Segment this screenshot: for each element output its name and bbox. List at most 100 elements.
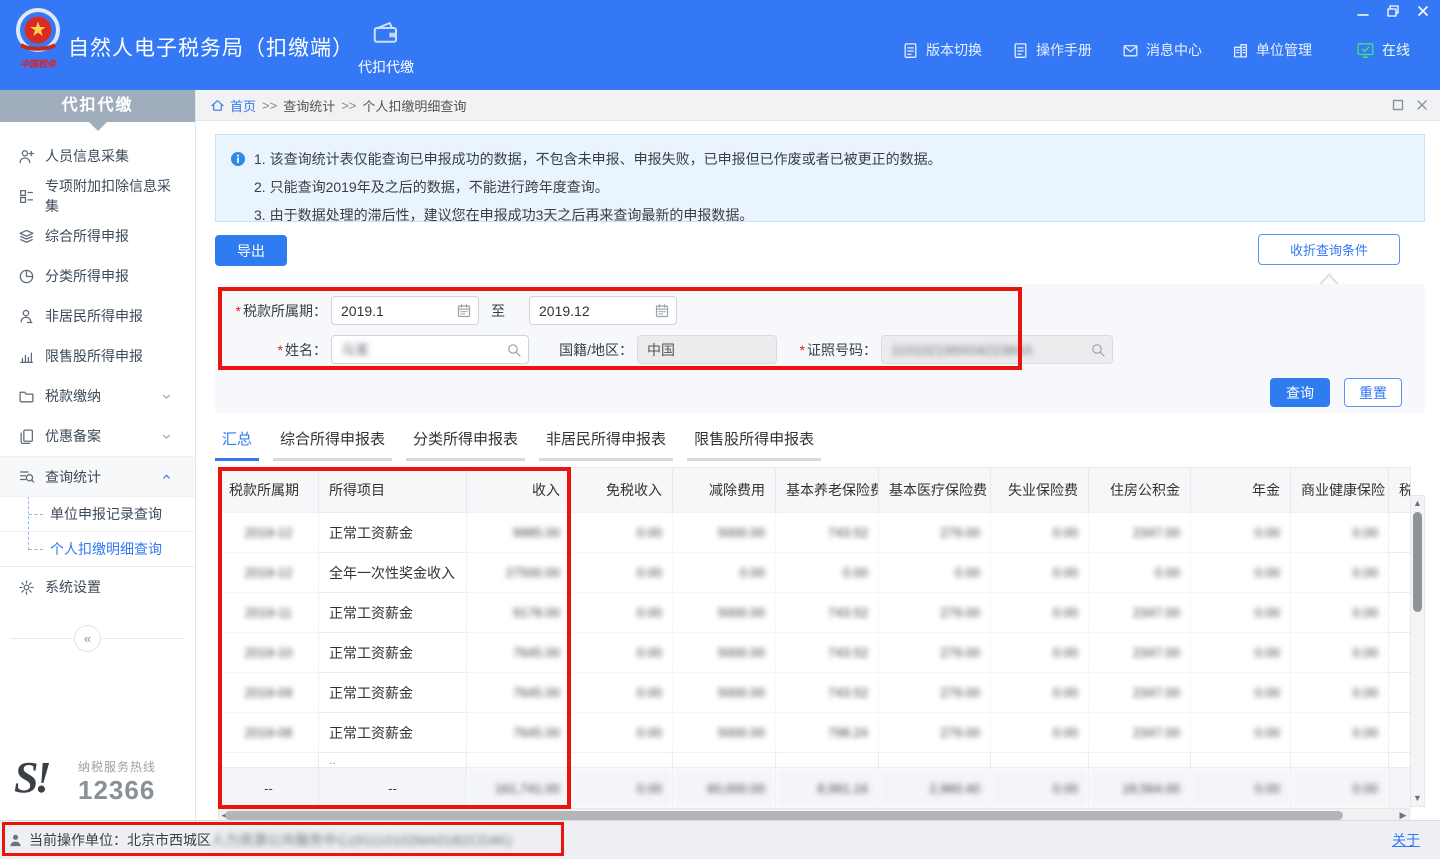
sidebar-item-label: 人员信息采集 <box>45 146 129 166</box>
table-cell: 2019-11 <box>219 593 319 633</box>
panel-maximize-icon[interactable] <box>1392 99 1404 111</box>
table-cell <box>1389 753 1411 768</box>
tab-2[interactable]: 分类所得申报表 <box>406 428 525 461</box>
calendar-icon[interactable] <box>456 303 472 319</box>
table-cell: 正常工资薪金 <box>319 593 467 633</box>
header-nav-messages[interactable]: 消息中心 <box>1122 40 1202 60</box>
search-icon[interactable] <box>1090 342 1106 358</box>
sidebar-item-4[interactable]: 非居民所得申报 <box>0 296 195 336</box>
sidebar-item-6[interactable]: 税款缴纳 <box>0 376 195 416</box>
collapse-query-button[interactable]: 收折查询条件 <box>1258 234 1400 265</box>
table-cell: 2347.00 <box>1089 513 1191 553</box>
restore-icon[interactable] <box>1384 4 1402 22</box>
emblem-icon <box>12 6 64 58</box>
breadcrumb-home[interactable]: 首页 <box>230 96 256 115</box>
sidebar-subitem-0[interactable]: 单位申报记录查询 <box>0 496 195 531</box>
calendar-icon[interactable] <box>654 303 670 319</box>
query-button[interactable]: 查询 <box>1270 378 1330 407</box>
tab-0[interactable]: 汇总 <box>215 428 259 461</box>
table-cell: 2019-10 <box>219 633 319 673</box>
wallet-icon <box>369 18 403 48</box>
person-icon <box>18 308 35 325</box>
home-icon <box>210 98 225 113</box>
sidebar-item-7[interactable]: 优惠备案 <box>0 416 195 456</box>
sidebar-item-3[interactable]: 分类所得申报 <box>0 256 195 296</box>
header-nav-manual[interactable]: 操作手册 <box>1012 40 1092 60</box>
to-label: 至 <box>487 301 509 321</box>
building-icon <box>1232 42 1249 59</box>
breadcrumb-level1[interactable]: 查询统计 <box>283 96 335 115</box>
scroll-up-icon[interactable]: ▲ <box>1411 497 1424 510</box>
reset-button[interactable]: 重置 <box>1344 378 1402 407</box>
sidebar-item-label: 查询统计 <box>45 467 101 487</box>
table-cell: 2019-08 <box>219 713 319 753</box>
notice-line: 2. 只能查询2019年及之后的数据，不能进行跨年度查询。 <box>230 173 1410 201</box>
table-cell <box>219 753 319 768</box>
header-nav-org[interactable]: 单位管理 <box>1232 40 1312 60</box>
sidebar-item-8[interactable]: 查询统计 <box>0 456 195 496</box>
tab-1[interactable]: 综合所得申报表 <box>273 428 392 461</box>
table-cell: 743.52 <box>776 673 879 713</box>
notice-line: 3. 由于数据处理的滞后性，建议您在申报成功3天之后再来查询最新的申报数据。 <box>230 201 1410 229</box>
table-cell <box>991 753 1089 768</box>
horizontal-scrollbar-thumb[interactable] <box>225 811 1343 820</box>
sidebar-item-label: 非居民所得申报 <box>45 306 143 326</box>
table-cell <box>1191 753 1291 768</box>
sidebar-item-0[interactable]: 人员信息采集 <box>0 136 195 176</box>
scroll-down-icon[interactable]: ▼ <box>1411 792 1424 805</box>
table-cell: 279.00 <box>879 713 991 753</box>
table-cell: 0.00 <box>571 593 673 633</box>
header-tab-withholding[interactable]: 代扣代缴 <box>348 18 424 80</box>
table-cell: 2019-12 <box>219 553 319 593</box>
table-cell <box>1389 673 1411 713</box>
table-header-cell: 减除费用 <box>673 468 776 513</box>
sidebar-item-1[interactable]: 专项附加扣除信息采集 <box>0 176 195 216</box>
table-cell: 0.00 <box>1291 713 1389 753</box>
tab-3[interactable]: 非居民所得申报表 <box>539 428 673 461</box>
folder-icon <box>18 388 35 405</box>
tab-4[interactable]: 限售股所得申报表 <box>687 428 821 461</box>
table-cell <box>1389 713 1411 753</box>
name-value: 马某 <box>341 340 369 360</box>
sidebar-subitem-1[interactable]: 个人扣缴明细查询 <box>0 531 195 566</box>
breadcrumb-separator: >> <box>341 98 356 113</box>
table-cell: 161,741.00 <box>467 768 571 809</box>
header-tab-label: 代扣代缴 <box>348 57 424 77</box>
table-header-cell: 所得项目 <box>319 468 467 513</box>
table-cell: 0.00 <box>776 553 879 593</box>
close-icon[interactable] <box>1414 4 1432 22</box>
sidebar-item-label: 优惠备案 <box>45 426 101 446</box>
bar-chart-icon <box>18 348 35 365</box>
period-to-value: 2019.12 <box>539 303 590 319</box>
id-number-input[interactable]: 110102199X0422384X <box>881 335 1113 364</box>
result-table: 税款所属期所得项目收入免税收入减除费用基本养老保险费基本医疗保险费失业保险费住房… <box>218 467 1411 809</box>
about-link[interactable]: 关于 <box>1392 830 1420 850</box>
export-button[interactable]: 导出 <box>215 235 287 266</box>
table-header-cell: 住房公积金 <box>1089 468 1191 513</box>
header-nav-version[interactable]: 版本切换 <box>902 40 982 60</box>
minimize-icon[interactable] <box>1354 4 1372 22</box>
name-input[interactable]: 马某 <box>331 335 529 364</box>
period-to-input[interactable]: 2019.12 <box>529 296 677 325</box>
sidebar-item-5[interactable]: 限售股所得申报 <box>0 336 195 376</box>
vertical-scrollbar-thumb[interactable] <box>1413 512 1422 612</box>
search-list-icon <box>18 468 35 485</box>
search-icon[interactable] <box>506 342 522 358</box>
online-status[interactable]: 在线 <box>1356 40 1410 60</box>
period-from-input[interactable]: 2019.1 <box>331 296 479 325</box>
table-cell: 9178.00 <box>467 593 571 633</box>
table-cell: 2347.00 <box>1089 633 1191 673</box>
notice-box: 1. 该查询统计表仅能查询已申报成功的数据，不包含未申报、申报失败，已申报但已作… <box>215 134 1425 222</box>
nav-label: 版本切换 <box>926 40 982 60</box>
sidebar-item-settings[interactable]: 系统设置 <box>0 567 195 607</box>
table-cell: 743.52 <box>776 593 879 633</box>
table-cell: 7645.00 <box>467 713 571 753</box>
sidebar-item-2[interactable]: 综合所得申报 <box>0 216 195 256</box>
table-row: 2019-12全年一次性奖金收入27500.000.000.000.000.00… <box>219 553 1411 593</box>
sidebar-collapse-button[interactable]: « <box>74 625 101 652</box>
doc-icon <box>1012 42 1029 59</box>
table-cell: 279.00 <box>879 593 991 633</box>
table-cell: 0.00 <box>1191 768 1291 809</box>
panel-close-icon[interactable] <box>1416 99 1428 111</box>
vertical-scrollbar[interactable]: ▲ ▼ <box>1410 495 1425 807</box>
